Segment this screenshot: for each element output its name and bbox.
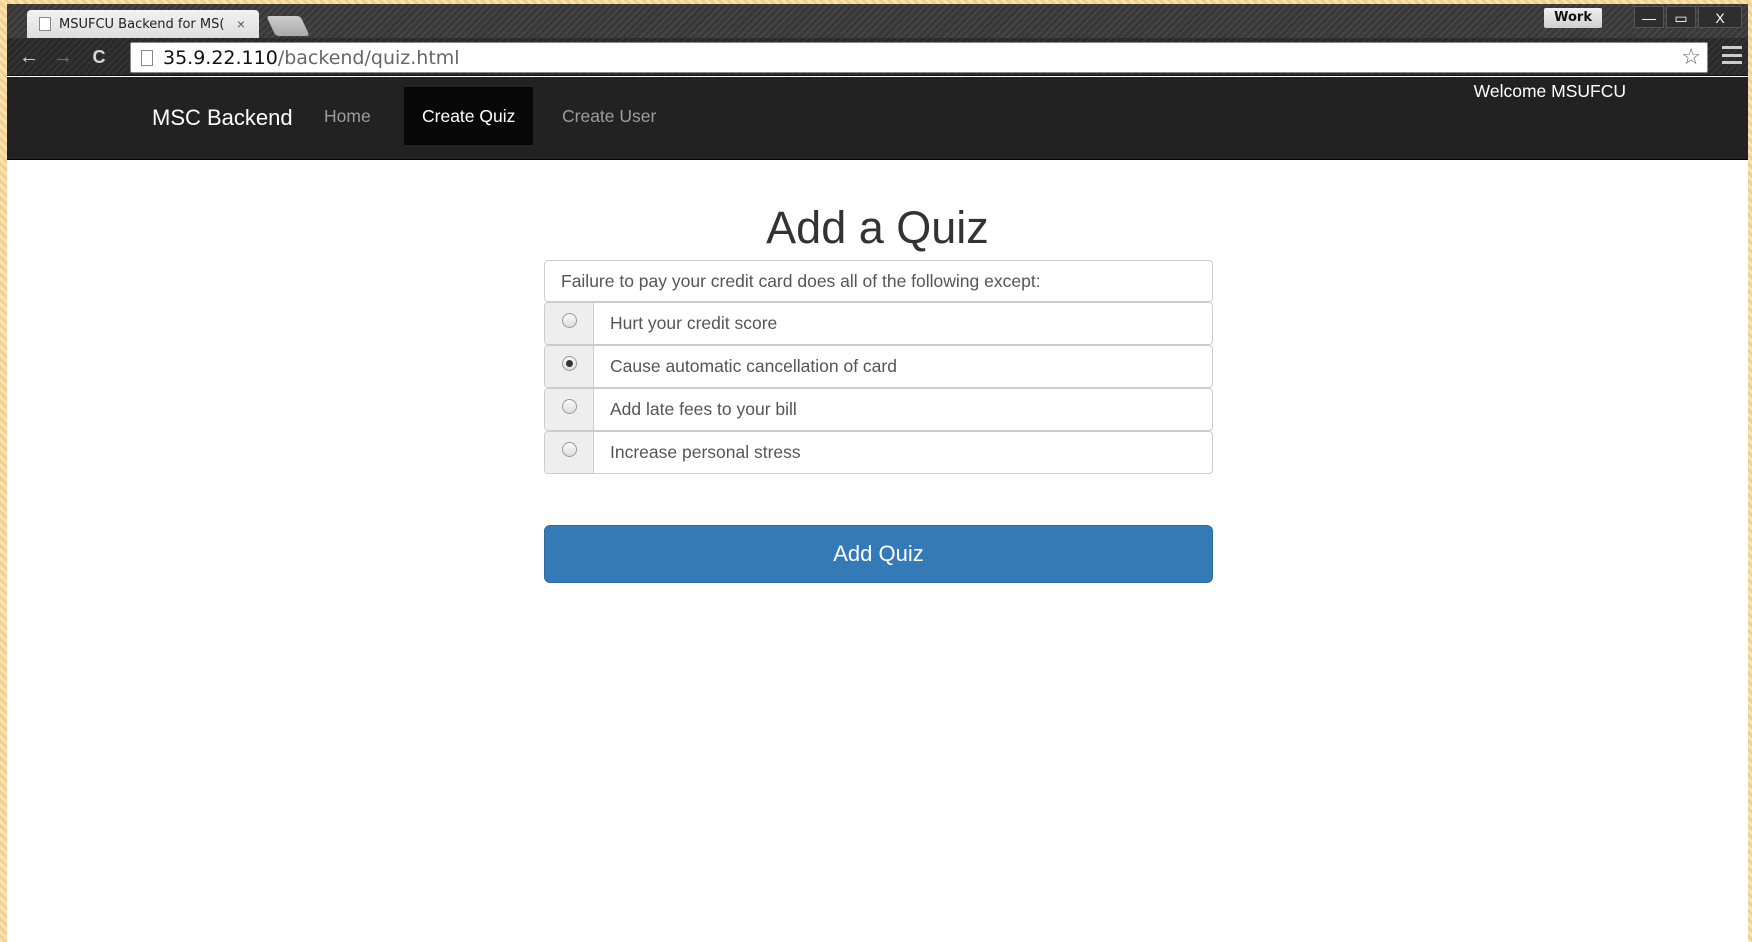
welcome-text: Welcome MSUFCU — [1473, 81, 1626, 101]
address-bar[interactable]: 35.9.22.110/backend/quiz.html ☆ — [130, 42, 1708, 73]
page-icon — [39, 17, 51, 31]
answer-radio[interactable] — [561, 313, 577, 328]
app-navbar: MSC Backend Home Create Quiz Create User… — [7, 77, 1748, 160]
nav-link-create-user[interactable]: Create User — [544, 87, 674, 145]
window-close-button[interactable]: X — [1698, 6, 1742, 28]
question-field[interactable]: Failure to pay your credit card does all… — [544, 260, 1213, 302]
menu-icon[interactable] — [1722, 46, 1742, 64]
answer-option: Add late fees to your bill — [544, 388, 1213, 431]
answer-field[interactable]: Add late fees to your bill — [594, 389, 1212, 430]
browser-window: MSUFCU Backend for MS( × Work — ▭ X ← → … — [7, 4, 1748, 942]
answer-field[interactable]: Cause automatic cancellation of card — [594, 346, 1212, 387]
new-tab-button[interactable] — [266, 16, 310, 36]
option-radio-addon — [545, 432, 594, 473]
nav-link-create-quiz[interactable]: Create Quiz — [404, 87, 534, 145]
page-icon — [141, 49, 153, 66]
tab-title: MSUFCU Backend for MS( — [59, 16, 225, 32]
forward-arrow-icon[interactable]: → — [51, 46, 75, 70]
main-content: Add a Quiz Failure to pay your credit ca… — [7, 160, 1748, 942]
option-radio-addon — [545, 303, 594, 344]
profile-badge[interactable]: Work — [1544, 8, 1602, 28]
bookmark-star-icon[interactable]: ☆ — [1681, 45, 1701, 70]
browser-toolbar: ← → C 35.9.22.110/backend/quiz.html ☆ — [7, 38, 1748, 76]
brand[interactable]: MSC Backend — [152, 105, 293, 131]
page-title: Add a Quiz — [766, 202, 989, 253]
close-icon[interactable]: × — [233, 16, 249, 32]
quiz-form: Failure to pay your credit card does all… — [544, 260, 1213, 583]
answer-radio[interactable] — [561, 356, 577, 371]
option-radio-addon — [545, 389, 594, 430]
answer-radio[interactable] — [561, 442, 577, 457]
url-host: 35.9.22.110 — [163, 46, 278, 69]
tab-strip: MSUFCU Backend for MS( × Work — ▭ X — [7, 4, 1748, 38]
add-quiz-button[interactable]: Add Quiz — [544, 525, 1213, 583]
browser-tab[interactable]: MSUFCU Backend for MS( × — [27, 10, 259, 38]
restore-button[interactable]: ▭ — [1666, 6, 1696, 28]
back-arrow-icon[interactable]: ← — [17, 46, 41, 70]
window-controls: — ▭ X — [1632, 6, 1742, 28]
answer-option: Hurt your credit score — [544, 302, 1213, 345]
minimize-button[interactable]: — — [1634, 6, 1664, 28]
answer-radio[interactable] — [561, 399, 577, 414]
answer-field[interactable]: Hurt your credit score — [594, 303, 1212, 344]
answer-option: Cause automatic cancellation of card — [544, 345, 1213, 388]
nav-link-home[interactable]: Home — [306, 87, 389, 145]
answer-field[interactable]: Increase personal stress — [594, 432, 1212, 473]
reload-icon[interactable]: C — [87, 46, 111, 70]
answer-option: Increase personal stress — [544, 431, 1213, 474]
url-path: /backend/quiz.html — [277, 46, 460, 69]
option-radio-addon — [545, 346, 594, 387]
